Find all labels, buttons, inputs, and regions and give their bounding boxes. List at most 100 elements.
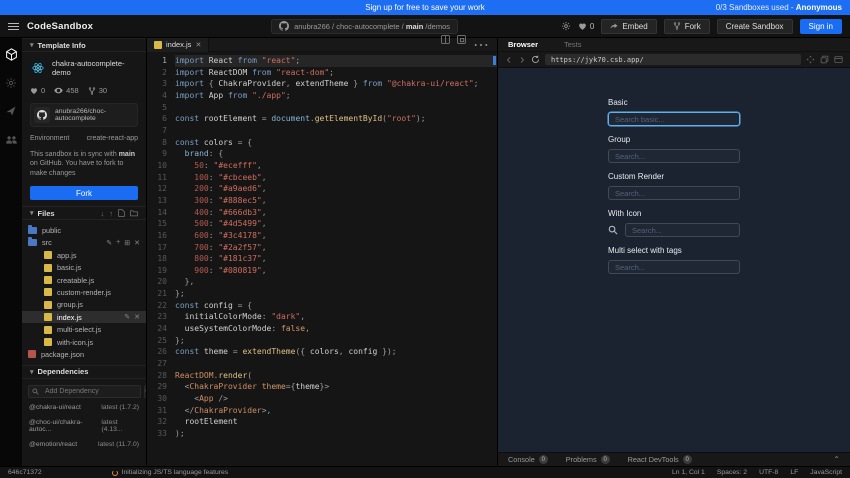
code-line-1[interactable]: 1import React from "react"; [147,55,497,67]
code-line-4[interactable]: 4import App from "./app"; [147,90,497,102]
forward-icon[interactable] [518,56,526,64]
close-icon[interactable]: ✕ [134,313,140,321]
file-row-index-js[interactable]: index.js✎✕ [22,311,146,323]
code-line-33[interactable]: 33); [147,428,497,440]
sidebar-fork-button[interactable]: Fork [30,186,138,200]
code-line-9[interactable]: 9 brand: { [147,148,497,160]
code-line-15[interactable]: 15 500: "#4d5499", [147,218,497,230]
search-input-custom-render[interactable] [608,186,740,200]
search-input-group[interactable] [608,149,740,163]
code-line-20[interactable]: 20 }, [147,276,497,288]
signup-banner[interactable]: Sign up for free to save your work 0/3 S… [0,0,850,15]
dependency-row[interactable]: @chakra-ui/reactlatest (1.7.2) [22,400,146,415]
code-line-30[interactable]: 30 <App /> [147,393,497,405]
code-line-26[interactable]: 26const theme = extendTheme({ colors, co… [147,346,497,358]
code-line-12[interactable]: 12 200: "#a9aed6", [147,183,497,195]
code-line-14[interactable]: 14 400: "#666db3", [147,207,497,219]
refresh-icon[interactable] [531,55,540,64]
file-row-package-json[interactable]: package.json [22,348,146,360]
dependency-menu-icon[interactable]: ≡ [144,385,146,398]
embed-button[interactable]: Embed [601,19,656,34]
repo-breadcrumb[interactable]: anubra266 / choc-autocomplete / main /de… [271,19,458,34]
export-file-icon[interactable]: ↑ [109,209,113,218]
gear-icon[interactable] [5,77,17,89]
new-file-icon[interactable]: + [116,239,120,247]
code-line-31[interactable]: 31 </ChakraProvider>, [147,405,497,417]
file-row-app-js[interactable]: app.js [22,249,146,261]
code-line-29[interactable]: 29 <ChakraProvider theme={theme}> [147,381,497,393]
code-line-32[interactable]: 32 rootElement [147,416,497,428]
code-line-7[interactable]: 7 [147,125,497,137]
tab-index-js[interactable]: index.js ✕ [147,38,209,52]
settings-icon[interactable] [561,21,571,31]
likes-stat[interactable]: 0 [30,86,45,95]
file-row-public[interactable]: public [22,224,146,236]
code-line-21[interactable]: 21}; [147,288,497,300]
code-line-8[interactable]: 8const colors = { [147,137,497,149]
devtools-problems[interactable]: Problems0 [566,455,610,464]
code-line-10[interactable]: 10 50: "#ecefff", [147,160,497,172]
live-users-icon[interactable] [5,133,18,146]
like-button[interactable]: 0 [578,22,594,31]
code-line-11[interactable]: 11 100: "#cbceeb", [147,172,497,184]
status-javascript[interactable]: JavaScript [810,469,842,476]
status-utf-8[interactable]: UTF-8 [759,469,778,476]
file-row-with-icon-js[interactable]: with-icon.js [22,336,146,348]
responsive-mode-icon[interactable] [806,55,815,64]
status-lf[interactable]: LF [790,469,798,476]
devtools-console[interactable]: Console0 [508,455,548,464]
code-line-2[interactable]: 2import ReactDOM from "react-dom"; [147,67,497,79]
dependency-row[interactable]: @choc-ui/chakra-autoc...latest (4.13... [22,415,146,437]
code-line-22[interactable]: 22const config = { [147,300,497,312]
back-icon[interactable] [505,56,513,64]
code-line-6[interactable]: 6const rootElement = document.getElement… [147,113,497,125]
new-window-icon[interactable] [820,55,829,64]
edit-icon[interactable]: ✎ [106,239,112,247]
code-line-19[interactable]: 19 900: "#080819", [147,265,497,277]
new-folder-icon[interactable]: ⊞ [124,239,130,247]
new-file-icon[interactable] [118,209,125,218]
search-input-multi-select-with-tags[interactable] [608,260,740,274]
file-row-creatable-js[interactable]: creatable.js [22,274,146,286]
status-ln-1-col-1[interactable]: Ln 1, Col 1 [672,469,705,476]
dependency-row[interactable]: @emotion/reactlatest (11.7.0) [22,437,146,452]
file-row-custom-render-js[interactable]: custom-render.js [22,286,146,298]
url-input[interactable] [545,54,801,65]
code-line-5[interactable]: 5 [147,102,497,114]
search-input-basic[interactable] [608,112,740,126]
devtools-react-devtools[interactable]: React DevTools0 [628,455,692,464]
deploy-rocket-icon[interactable] [5,105,17,117]
files-header[interactable]: ▾ Files ↓ ↑ [22,206,146,220]
new-folder-icon[interactable] [130,209,138,218]
editor-scrollbar-marker[interactable] [493,56,496,65]
close-icon[interactable]: ✕ [134,239,140,247]
menu-icon[interactable] [8,23,19,30]
tab-tests[interactable]: Tests [564,40,582,49]
github-repo-link[interactable]: anubra266/choc-autocomplete [30,103,138,127]
file-row-src[interactable]: src✎+⊞✕ [22,237,146,249]
close-icon[interactable]: ✕ [195,41,201,49]
code-line-16[interactable]: 16 600: "#3c4178", [147,230,497,242]
dependencies-header[interactable]: ▾ Dependencies [22,365,146,379]
code-line-18[interactable]: 18 800: "#181c37", [147,253,497,265]
import-file-icon[interactable]: ↓ [101,209,105,218]
create-sandbox-button[interactable]: Create Sandbox [717,19,793,34]
fork-button[interactable]: Fork [664,19,710,34]
signin-button[interactable]: Sign in [800,19,842,34]
status-spaces-2[interactable]: Spaces: 2 [717,469,747,476]
file-row-basic-js[interactable]: basic.js [22,261,146,273]
chevron-up-icon[interactable]: ⌃ [833,455,840,464]
sandbox-info-icon[interactable] [5,48,18,61]
file-row-multi-select-js[interactable]: multi-select.js [22,323,146,335]
add-dependency-input[interactable] [28,385,141,398]
code-line-24[interactable]: 24 useSystemColorMode: false, [147,323,497,335]
file-row-group-js[interactable]: group.js [22,299,146,311]
code-line-27[interactable]: 27 [147,358,497,370]
open-external-icon[interactable] [834,55,843,64]
code-line-13[interactable]: 13 300: "#888ec5", [147,195,497,207]
tab-browser[interactable]: Browser [508,40,538,49]
code-area[interactable]: 1import React from "react";2import React… [147,52,497,466]
code-line-3[interactable]: 3import { ChakraProvider, extendTheme } … [147,78,497,90]
search-input-with-icon[interactable] [625,223,740,237]
code-line-17[interactable]: 17 700: "#2a2f57", [147,242,497,254]
